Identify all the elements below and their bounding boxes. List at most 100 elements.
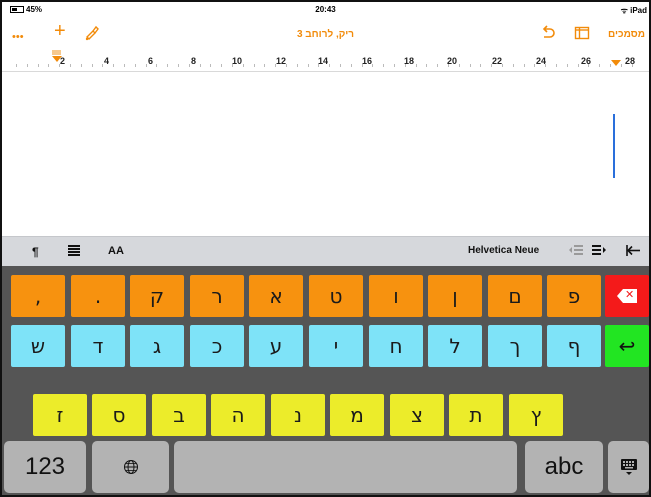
ruler-tick [480,64,482,67]
ruler-tick [577,64,579,67]
ruler-number: 28 [625,56,636,66]
key-yod[interactable]: י [309,325,363,367]
ruler-tick [59,64,61,67]
key-gimel[interactable]: ג [130,325,184,367]
device-label: ᯤ iPad [620,6,647,15]
globe-key[interactable] [92,441,169,493]
key-dalet[interactable]: ד [71,325,125,367]
key-qof[interactable]: ק [130,275,184,317]
ruler-number: 2 [60,56,66,66]
key-het[interactable]: ח [369,325,423,367]
return-key[interactable]: ↩ [605,325,649,367]
key-shin[interactable]: ש [11,325,65,367]
key-resh[interactable]: ר [190,275,244,317]
text-size-button[interactable]: AA [108,245,124,257]
sidebar-icon [574,26,590,40]
letters-key[interactable]: abc [525,441,603,493]
key-lamed[interactable]: ל [428,325,482,367]
outdent-button[interactable] [569,245,583,258]
key-bet[interactable]: ב [152,394,206,436]
format-bar: ¶ AA Helvetica Neue [2,236,649,266]
key-he[interactable]: ה [211,394,265,436]
key-nun[interactable]: נ [271,394,325,436]
ruler-tick [232,64,233,67]
indent-button[interactable] [592,245,606,258]
ruler-tick [307,64,309,67]
clock: 20:43 [315,5,336,14]
key-kaf[interactable]: כ [190,325,244,367]
app-frame: 45% 20:43 ᯤ iPad ••• + ריק, לרוחב 3 מסמכ… [0,0,651,497]
ruler-tick [167,64,169,67]
ruler-tick [91,64,93,67]
indent-icon [592,245,606,255]
ruler-tick [102,64,104,67]
key-period[interactable]: . [71,275,125,317]
sidebar-button[interactable] [574,25,590,45]
ruler-number: 14 [318,56,329,66]
ruler-tick [178,64,179,67]
key-ayin[interactable]: ע [249,325,303,367]
space-bar[interactable] [174,441,517,493]
undo-button[interactable] [540,25,556,45]
ruler-tick [394,64,395,67]
ruler-tick [296,64,298,67]
key-zayin[interactable]: ז [33,394,87,436]
ruler-tick [48,64,50,67]
documents-button[interactable]: מסמכים [608,29,645,40]
ruler-tick [588,64,590,67]
ruler-tick [26,64,28,67]
ruler-tick [242,64,244,67]
tab-button[interactable] [626,245,640,259]
ruler-tick [16,64,17,67]
delete-key[interactable] [605,275,649,317]
alignment-button[interactable] [68,245,80,259]
hebrew-keyboard: , . ק ר א ט ו ן ם פ ש ד ג כ ע י ח ל ך ף … [2,266,649,495]
key-final-nun[interactable]: ן [428,275,482,317]
ruler-tick [350,64,352,67]
ruler-tick [134,64,136,67]
key-pe[interactable]: פ [547,275,601,317]
ruler-number: 10 [232,56,243,66]
ruler-tick [545,64,547,67]
ruler-tick [523,64,525,67]
paragraph-style-button[interactable]: ¶ [32,245,39,259]
ruler-tick [372,64,374,67]
key-tsadi[interactable]: צ [390,394,444,436]
first-line-indent-marker[interactable] [52,50,61,55]
key-final-tsadi[interactable]: ץ [509,394,563,436]
ruler-tick [221,64,223,67]
document-canvas[interactable] [2,72,649,236]
keyboard-dismiss-icon [620,459,637,475]
ruler-number: 8 [191,56,197,66]
ruler-number: 12 [276,56,287,66]
key-final-kaf[interactable]: ך [488,325,542,367]
ruler-tick [502,64,503,67]
font-name-button[interactable]: Helvetica Neue [468,245,539,256]
ruler-number: 16 [362,56,373,66]
ruler-tick [275,64,277,67]
undo-icon [542,25,555,38]
key-tet[interactable]: ט [309,275,363,317]
ruler[interactable]: 2 4 6 8 10 12 14 16 18 20 22 24 26 28 [2,48,649,72]
ruler-tick [188,64,190,67]
ruler-tick [80,64,82,67]
backspace-icon [617,289,637,303]
dismiss-keyboard-key[interactable] [608,441,649,493]
ruler-tick [404,64,406,67]
key-tav[interactable]: ת [449,394,503,436]
status-bar: 45% 20:43 ᯤ iPad [2,2,649,20]
key-comma[interactable]: , [11,275,65,317]
right-indent-marker[interactable] [611,60,621,66]
key-vav[interactable]: ו [369,275,423,317]
key-final-pe[interactable]: ף [547,325,601,367]
numbers-key[interactable]: 123 [4,441,86,493]
key-mem[interactable]: מ [330,394,384,436]
key-samekh[interactable]: ס [92,394,146,436]
ruler-tick [199,64,201,67]
ruler-tick [631,64,633,67]
key-final-mem[interactable]: ם [488,275,542,317]
key-alef[interactable]: א [249,275,303,317]
ruler-tick [610,64,611,67]
ruler-tick [512,64,514,67]
ruler-tick [448,64,449,67]
